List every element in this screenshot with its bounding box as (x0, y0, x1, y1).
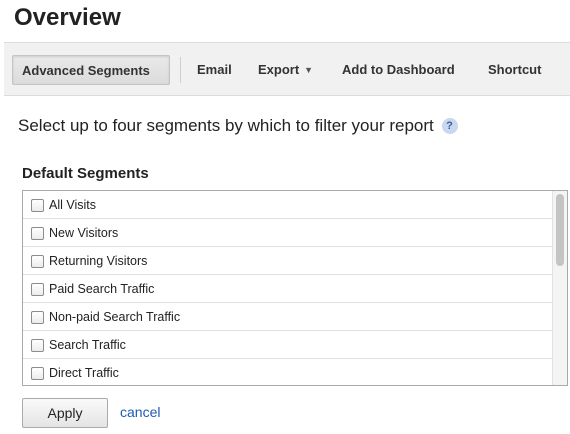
cancel-link[interactable]: cancel (120, 404, 160, 420)
segment-item-non-paid-search-traffic[interactable]: Non-paid Search Traffic (23, 303, 553, 331)
segment-item-returning-visitors[interactable]: Returning Visitors (23, 247, 553, 275)
export-label: Export (258, 62, 300, 77)
segment-list-scrollbar[interactable] (552, 191, 567, 385)
scrollbar-thumb[interactable] (556, 194, 564, 266)
segment-label: Direct Traffic (49, 366, 119, 380)
segment-label: All Visits (49, 198, 97, 212)
segment-checkbox[interactable] (31, 227, 44, 240)
chevron-down-icon: ▼ (304, 65, 314, 75)
apply-button[interactable]: Apply (22, 398, 108, 428)
segment-checkbox[interactable] (31, 339, 44, 352)
segment-instruction: Select up to four segments by which to f… (18, 116, 458, 136)
segment-label: Returning Visitors (49, 254, 148, 268)
segment-item-direct-traffic[interactable]: Direct Traffic (23, 359, 553, 385)
report-toolbar: Advanced Segments Email Export ▼ Add to D… (4, 42, 570, 96)
toolbar-divider (180, 57, 181, 83)
default-segments-heading: Default Segments (22, 165, 149, 182)
segment-item-new-visitors[interactable]: New Visitors (23, 219, 553, 247)
segment-label: Non-paid Search Traffic (49, 310, 181, 324)
shortcut-button[interactable]: Shortcut (488, 55, 541, 85)
export-dropdown[interactable]: Export ▼ (258, 55, 313, 85)
segment-checkbox[interactable] (31, 255, 44, 268)
segment-item-paid-search-traffic[interactable]: Paid Search Traffic (23, 275, 553, 303)
segment-checkbox[interactable] (31, 367, 44, 380)
help-icon[interactable]: ? (441, 118, 458, 134)
segment-checkbox[interactable] (31, 311, 44, 324)
instruction-text: Select up to four segments by which to f… (18, 116, 434, 135)
segment-list: All Visits New Visitors Returning Visito… (22, 190, 568, 386)
segment-item-all-visits[interactable]: All Visits (23, 191, 553, 219)
add-to-dashboard-button[interactable]: Add to Dashboard (342, 55, 455, 85)
segment-label: Search Traffic (49, 338, 126, 352)
segment-item-search-traffic[interactable]: Search Traffic (23, 331, 553, 359)
segment-checkbox[interactable] (31, 199, 44, 212)
page-title: Overview (14, 4, 121, 31)
email-button[interactable]: Email (197, 55, 232, 85)
segment-checkbox[interactable] (31, 283, 44, 296)
advanced-segments-button[interactable]: Advanced Segments (12, 55, 170, 85)
segment-label: Paid Search Traffic (49, 282, 155, 296)
segment-label: New Visitors (49, 226, 119, 240)
